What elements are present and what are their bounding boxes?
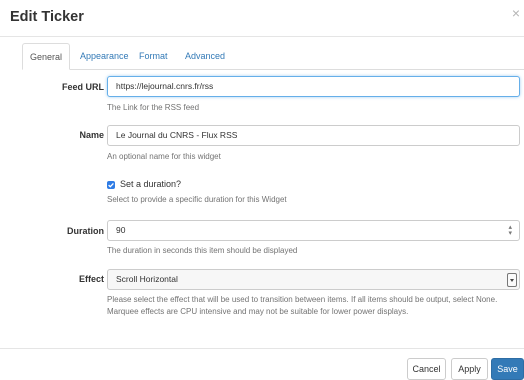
- tab-general[interactable]: General: [22, 43, 70, 70]
- duration-input[interactable]: 90 ▴ ▾: [107, 220, 520, 241]
- effect-selected-value: Scroll Horizontal: [116, 274, 178, 284]
- duration-help: The duration in seconds this item should…: [107, 246, 298, 255]
- effect-help-line2: Marquee effects are CPU intensive and ma…: [107, 307, 409, 316]
- name-label: Name: [79, 130, 104, 140]
- feed-url-label: Feed URL: [61, 82, 104, 92]
- set-duration-help: Select to provide a specific duration fo…: [107, 195, 287, 204]
- set-duration-checkbox[interactable]: [107, 181, 115, 189]
- footer-divider: [0, 348, 524, 349]
- name-input[interactable]: Le Journal du CNRS - Flux RSS: [107, 125, 520, 146]
- spinner-arrows-icon[interactable]: ▴ ▾: [508, 224, 512, 237]
- tab-appearance[interactable]: Appearance: [80, 44, 129, 68]
- header-divider: [0, 36, 524, 37]
- apply-button[interactable]: Apply: [451, 358, 488, 380]
- effect-help-line1: Please select the effect that will be us…: [107, 295, 498, 304]
- save-button[interactable]: Save: [491, 358, 524, 380]
- effect-label: Effect: [78, 274, 104, 284]
- duration-label: Duration: [67, 226, 104, 236]
- dialog-title: Edit Ticker: [10, 9, 84, 25]
- tab-format[interactable]: Format: [139, 44, 168, 68]
- dropdown-arrow-icon[interactable]: [507, 273, 517, 287]
- duration-value: 90: [116, 225, 126, 235]
- name-help: An optional name for this widget: [107, 152, 221, 161]
- feed-url-input[interactable]: https://lejournal.cnrs.fr/rss: [107, 76, 520, 97]
- effect-select[interactable]: Scroll Horizontal: [107, 269, 520, 290]
- checkmark-icon: [108, 182, 114, 188]
- close-icon[interactable]: ×: [512, 6, 520, 20]
- cancel-button[interactable]: Cancel: [407, 358, 446, 380]
- tab-advanced[interactable]: Advanced: [185, 44, 225, 68]
- set-duration-label[interactable]: Set a duration?: [120, 179, 181, 189]
- tab-bar: General Appearance Format Advanced: [22, 43, 524, 70]
- feed-url-help: The Link for the RSS feed: [107, 103, 200, 112]
